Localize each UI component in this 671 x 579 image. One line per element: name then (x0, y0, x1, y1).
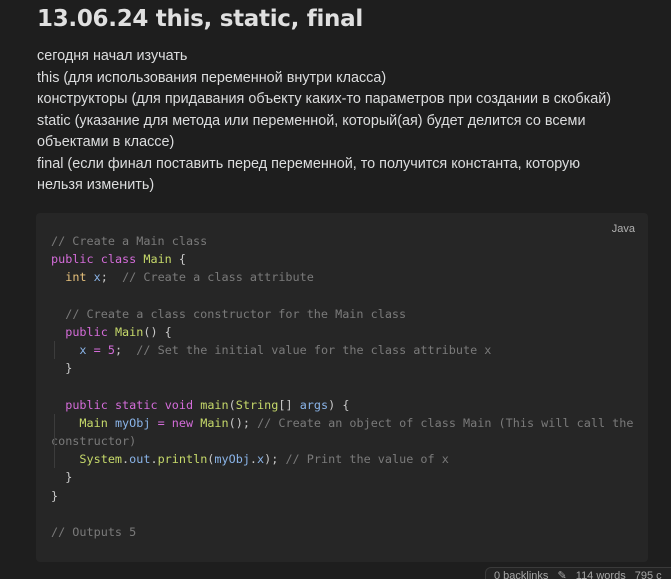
code-line: // Create a class constructor for the Ma… (65, 306, 407, 321)
code-line: Main myObj = new Main(); // Create an ob… (51, 413, 636, 451)
word-count: 114 words (575, 570, 626, 579)
code-line: public class Main { (51, 252, 186, 267)
paragraph-line: сегодня начал изучать (37, 48, 188, 64)
note-paragraph[interactable]: сегодня начал изучать this (для использо… (37, 46, 657, 197)
code-line: } (51, 488, 59, 503)
code-line: x = 5; // Set the initial value for the … (51, 341, 636, 360)
paragraph-line: нельзя изменить) (37, 177, 155, 193)
indent-guide (54, 341, 55, 360)
code-line: System.out.println(myObj.x); // Print th… (51, 450, 636, 469)
code-line: public static void main(String[] args) { (65, 397, 350, 412)
code-line: // Create a Main class (51, 234, 208, 248)
paragraph-line: конструкторы (для придавания объекту как… (37, 91, 612, 107)
code-line: public Main() { (65, 324, 172, 339)
code-line: } (51, 470, 73, 485)
indent-guide (54, 413, 55, 451)
paragraph-line: static (указание для метода или переменн… (37, 112, 586, 129)
code-line: int x; // Create a class attribute (65, 270, 314, 285)
pencil-icon[interactable]: ✎ (557, 569, 566, 579)
code-line: } (51, 361, 73, 376)
code-block[interactable]: Java // Create a Main class public class … (36, 213, 648, 562)
code-content[interactable]: // Create a Main class public class Main … (51, 232, 636, 541)
backlinks-count[interactable]: 0 backlinks (494, 570, 548, 579)
status-bar: 0 backlinks ✎ 114 words 795 c (485, 567, 671, 579)
indent-guide (54, 450, 55, 469)
paragraph-line: this (для использования переменной внутр… (37, 69, 387, 86)
code-line: // Outputs 5 (51, 525, 137, 540)
note-title[interactable]: 13.06.24 this, static, final (37, 4, 363, 34)
paragraph-line: объектами в классе) (37, 134, 175, 150)
paragraph-line: final (если финал поставить перед переме… (37, 155, 581, 172)
character-count: 795 c (634, 570, 662, 579)
